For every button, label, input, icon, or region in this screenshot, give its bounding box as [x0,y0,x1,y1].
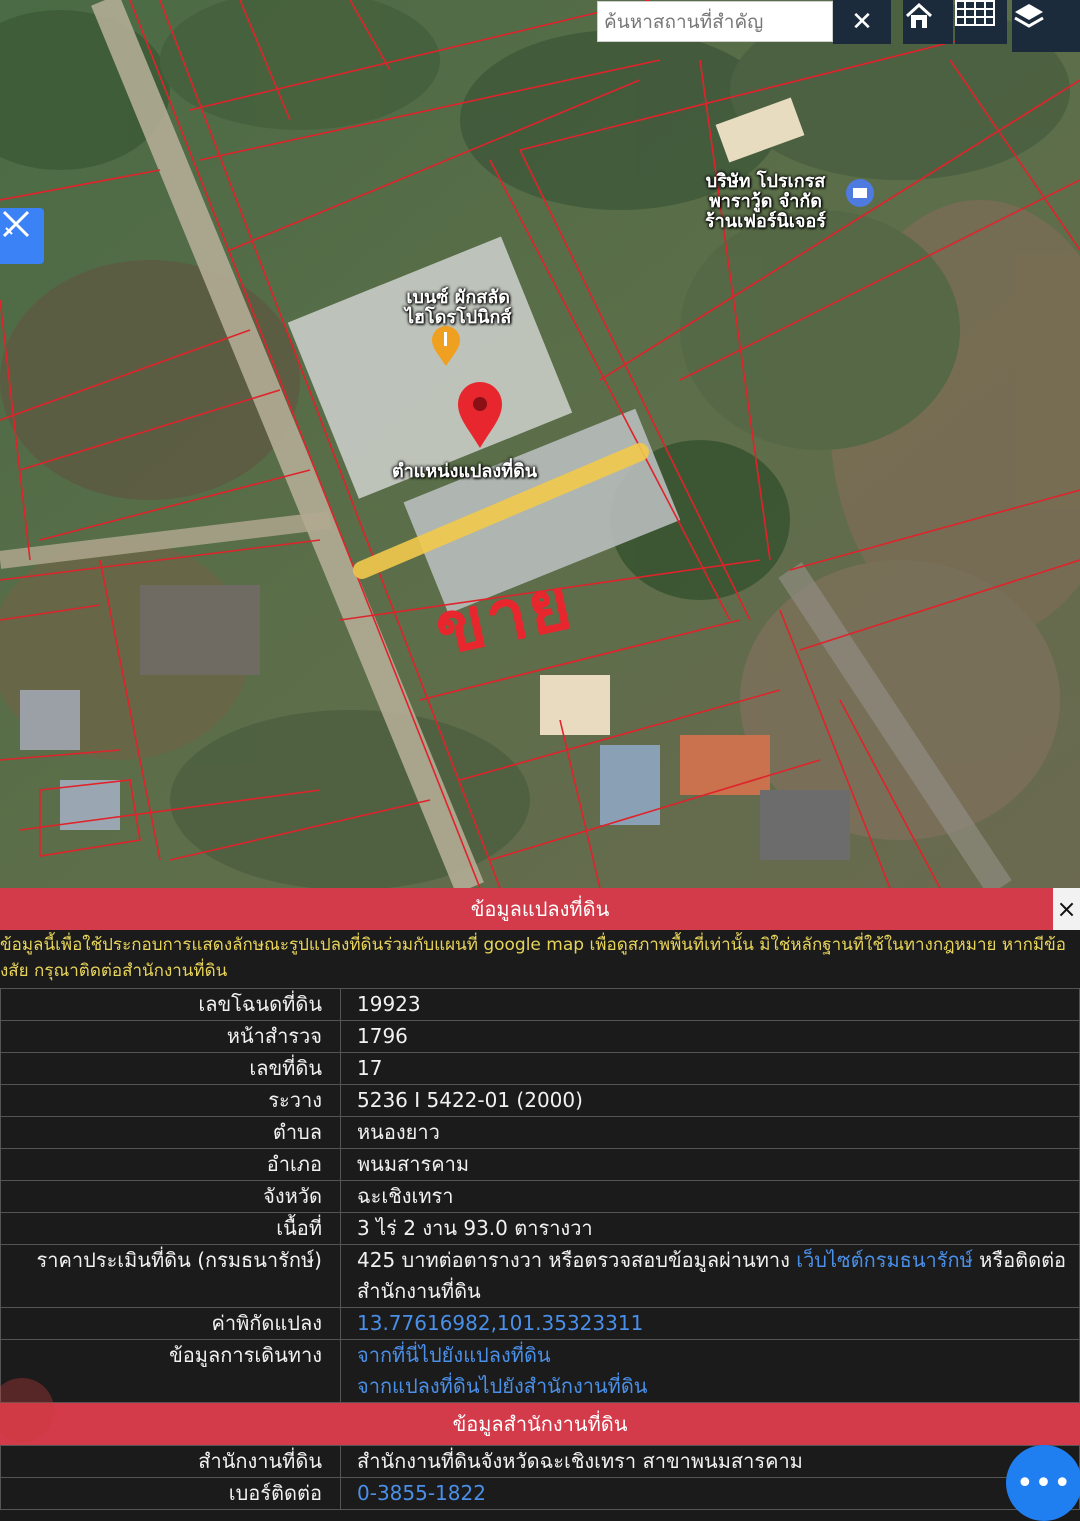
disclaimer-line: ข้อมูลนี้เพื่อใช้ประกอบการแสดงลักษณะรูปแ… [0,935,1066,955]
row-label: จังหวัด [0,1180,341,1213]
clear-search-button[interactable]: ✕ [833,0,891,44]
close-icon: × [1056,895,1077,923]
row-label: เบอร์ติดต่อ [0,1477,341,1510]
disclaimer-line: งสัย กรุณาติดต่อสำนักงานที่ดิน [0,961,228,981]
home-icon [905,2,933,28]
panel-close-button[interactable]: × [1053,888,1080,930]
row-label: ระวาง [0,1084,341,1117]
row-label: เนื้อที่ [0,1212,341,1245]
map-label-restaurant: เบนซ์ ผักสลัด ไฮโดรโปนิกส์ [405,287,512,328]
table-row: อำเภอ พนมสารคาม [0,1148,1080,1181]
map-label-company: บริษัท โปรเกรส พาราวู้ด จำกัด ร้านเฟอร์น… [705,171,826,232]
table-row: สำนักงานที่ดิน สำนักงานที่ดินจังหวัดฉะเช… [0,1445,1080,1478]
table-row: ข้อมูลการเดินทาง จากที่นี่ไปยังแปลงที่ดิ… [0,1339,1080,1403]
close-icon: ✕ [851,7,873,37]
table-row: ค่าพิกัดแปลง 13.77616982,101.35323311 [0,1307,1080,1340]
table-row: จังหวัด ฉะเชิงเทรา [0,1180,1080,1213]
table-row: เนื้อที่ 3 ไร่ 2 งาน 93.0 ตารางวา [0,1212,1080,1245]
shop-pin-icon[interactable] [846,179,874,207]
office-table: สำนักงานที่ดิน สำนักงานที่ดินจังหวัดฉะเช… [0,1445,1080,1510]
row-value: 13.77616982,101.35323311 [340,1307,1080,1340]
table-row: เลขที่ดิน 17 [0,1052,1080,1085]
row-value: สำนักงานที่ดินจังหวัดฉะเชิงเทรา สาขาพนมส… [340,1445,1080,1478]
disclaimer: ข้อมูลนี้เพื่อใช้ประกอบการแสดงลักษณะรูปแ… [0,930,1080,988]
more-icon: ••• [1015,1465,1073,1501]
row-label: เลขที่ดิน [0,1052,341,1085]
grid-button[interactable] [955,0,1007,44]
home-button[interactable] [903,0,953,44]
table-row: เบอร์ติดต่อ 0-3855-1822 [0,1477,1080,1510]
layers-icon [1014,4,1044,28]
table-row: เลขโฉนดที่ดิน 19923 [0,988,1080,1021]
satellite-map [0,0,1080,888]
row-value: 0-3855-1822 [340,1477,1080,1510]
row-label: ข้อมูลการเดินทาง [0,1339,341,1403]
row-label: อำเภอ [0,1148,341,1181]
table-row: ระวาง 5236 I 5422-01 (2000) [0,1084,1080,1117]
row-value: 17 [340,1052,1080,1085]
row-value: 19923 [340,988,1080,1021]
coordinates-link[interactable]: 13.77616982,101.35323311 [357,1311,643,1335]
parcel-table: เลขโฉนดที่ดิน 19923 หน้าสำรวจ 1796 เลขที… [0,988,1080,1403]
panel-title: ข้อมูลแปลงที่ดิน [0,888,1080,930]
row-label: เลขโฉนดที่ดิน [0,988,341,1021]
parcel-info-panel: ข้อมูลแปลงที่ดิน × ข้อมูลนี้เพื่อใช้ประก… [0,888,1080,1511]
row-label: ค่าพิกัดแปลง [0,1307,341,1340]
map-label-parcel: ตำแหน่งแปลงที่ดิน [392,461,538,482]
row-label: หน้าสำรวจ [0,1020,341,1053]
price-text: 425 บาทต่อตารางวา หรือตรวจสอบข้อมูลผ่านท… [357,1248,797,1272]
row-value: หนองยาว [340,1116,1080,1149]
office-section-title: ข้อมูลสำนักงานที่ดิน [0,1403,1080,1445]
treasury-website-link[interactable]: เว็บไซต์กรมธนารักษ์ [796,1248,973,1272]
directions-to-parcel-link[interactable]: จากที่นี่ไปยังแปลงที่ดิน [357,1343,551,1367]
draw-tool-button[interactable] [0,208,44,264]
search-input[interactable] [597,1,833,42]
phone-link[interactable]: 0-3855-1822 [357,1481,486,1505]
row-value: 1796 [340,1020,1080,1053]
directions-to-office-link[interactable]: จากแปลงที่ดินไปยังสำนักงานที่ดิน [357,1374,647,1398]
table-row: ราคาประเมินที่ดิน (กรมธนารักษ์) 425 บาทต… [0,1244,1080,1308]
layers-button[interactable] [1012,0,1080,52]
row-label: ราคาประเมินที่ดิน (กรมธนารักษ์) [0,1244,341,1308]
row-value: 3 ไร่ 2 งาน 93.0 ตารางวา [340,1212,1080,1245]
row-value: 5236 I 5422-01 (2000) [340,1084,1080,1117]
table-row: ตำบล หนองยาว [0,1116,1080,1149]
row-value: พนมสารคาม [340,1148,1080,1181]
grid-icon [955,0,995,26]
more-options-button[interactable]: ••• [1006,1445,1080,1521]
price-text-line2: สำนักงานที่ดิน [357,1279,481,1303]
row-value: ฉะเชิงเทรา [340,1180,1080,1213]
price-text-post: หรือติดต่อ [972,1248,1067,1272]
row-value: จากที่นี่ไปยังแปลงที่ดิน จากแปลงที่ดินไป… [340,1339,1080,1403]
row-label: สำนักงานที่ดิน [0,1445,341,1478]
row-value: 425 บาทต่อตารางวา หรือตรวจสอบข้อมูลผ่านท… [340,1244,1080,1308]
map-view[interactable]: บริษัท โปรเกรส พาราวู้ด จำกัด ร้านเฟอร์น… [0,0,1080,888]
draw-tool-icon [2,210,30,238]
row-label: ตำบล [0,1116,341,1149]
table-row: หน้าสำรวจ 1796 [0,1020,1080,1053]
